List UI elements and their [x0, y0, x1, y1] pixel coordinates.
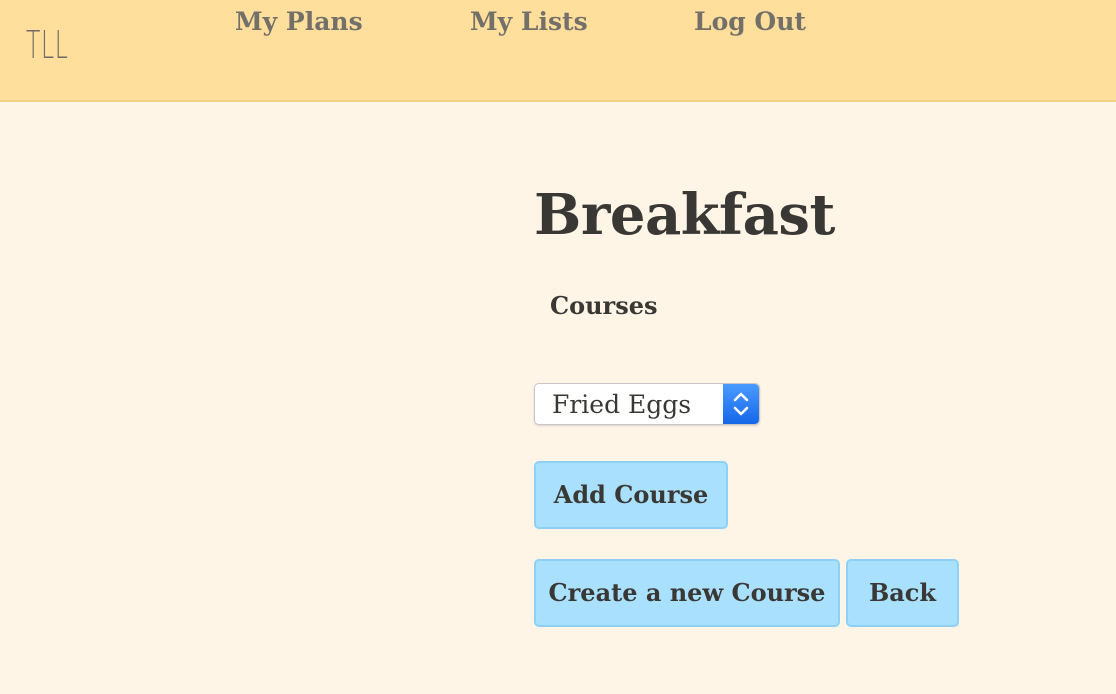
- course-select-value: Fried Eggs: [552, 390, 692, 419]
- add-course-button[interactable]: Add Course: [534, 461, 728, 529]
- course-select[interactable]: Fried Eggs: [534, 383, 760, 425]
- app-logo[interactable]: TLL: [26, 26, 69, 64]
- nav-my-plans-link[interactable]: My Plans: [235, 6, 363, 39]
- page-title: Breakfast: [534, 182, 835, 248]
- back-button[interactable]: Back: [846, 559, 959, 627]
- top-navbar: TLL My Plans My Lists Log Out: [0, 0, 1116, 102]
- courses-label: Courses: [550, 291, 658, 320]
- chevron-up-down-icon: [723, 384, 759, 424]
- nav-my-lists-link[interactable]: My Lists: [470, 6, 588, 39]
- create-new-course-button[interactable]: Create a new Course: [534, 559, 840, 627]
- nav-log-out-link[interactable]: Log Out: [694, 6, 806, 39]
